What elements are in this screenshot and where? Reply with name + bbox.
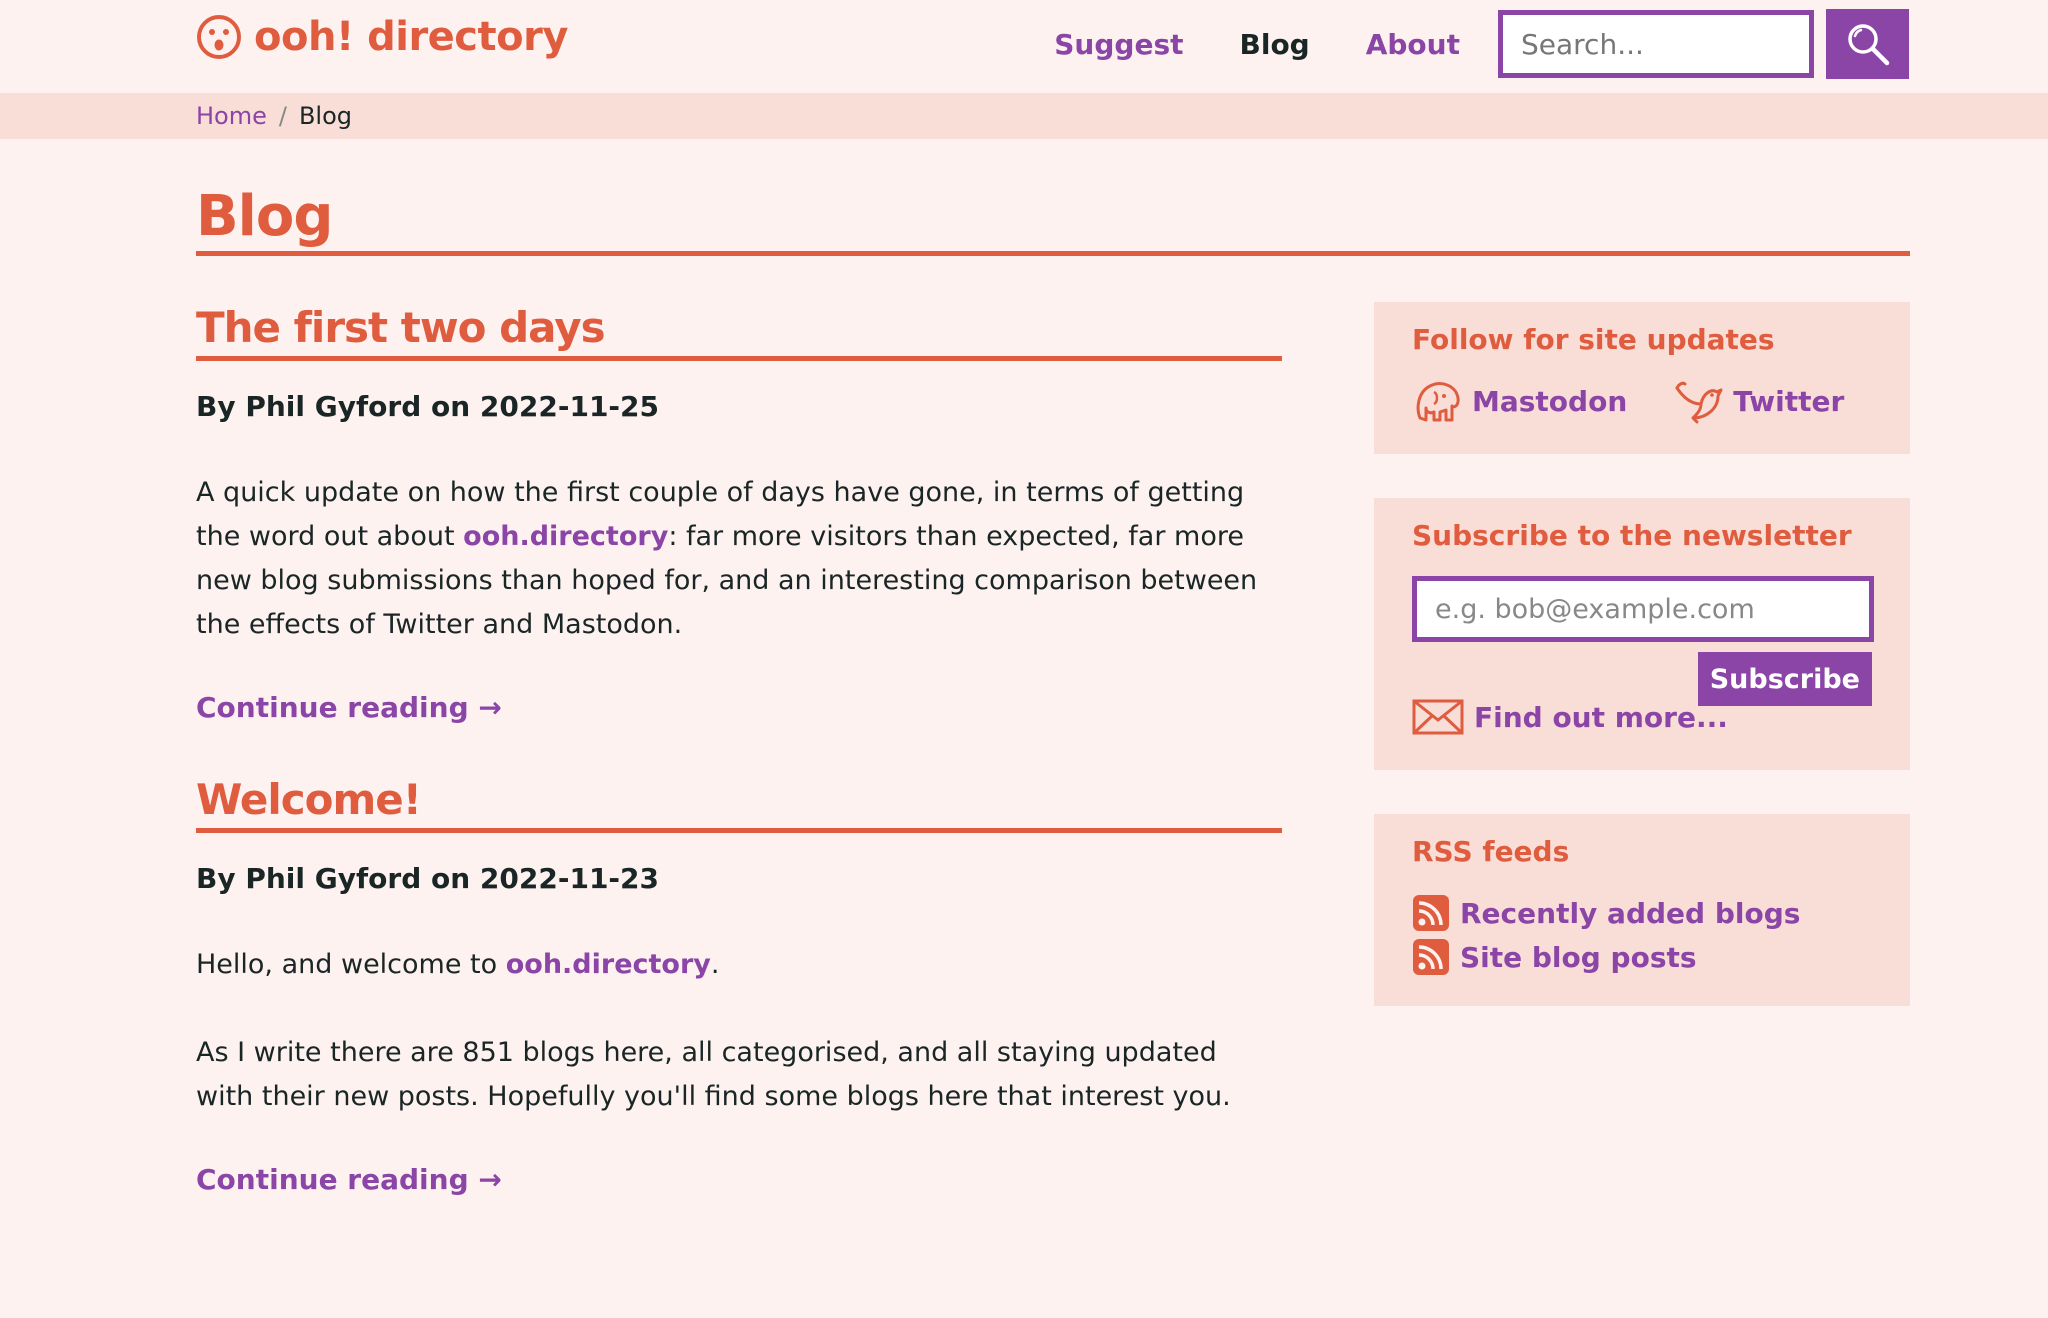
continue-reading-link[interactable]: Continue reading → bbox=[196, 691, 502, 724]
rss-heading: RSS feeds bbox=[1412, 835, 1570, 868]
main-nav: Suggest Blog About bbox=[998, 9, 1814, 79]
continue-reading-link[interactable]: Continue reading → bbox=[196, 1163, 502, 1196]
find-out-more-label: Find out more... bbox=[1474, 700, 1728, 734]
nav-suggest[interactable]: Suggest bbox=[1054, 28, 1183, 61]
post-excerpt: A quick update on how the first couple o… bbox=[196, 471, 1282, 647]
site-link[interactable]: ooh.directory bbox=[463, 521, 668, 552]
post-excerpt: Hello, and welcome to ooh.directory. bbox=[196, 943, 1282, 987]
search-input[interactable] bbox=[1498, 10, 1814, 78]
excerpt-text: . bbox=[710, 949, 720, 980]
newsletter-info-link[interactable]: Find out more... bbox=[1412, 698, 1728, 736]
blog-post: Welcome! By Phil Gyford on 2022-11-23 He… bbox=[196, 772, 1282, 1196]
search-icon bbox=[1847, 24, 1889, 66]
surprised-face-icon bbox=[197, 15, 241, 59]
rss-recent-blogs-link[interactable]: Recently added blogs bbox=[1412, 894, 1872, 932]
breadcrumb-home[interactable]: Home bbox=[196, 102, 267, 130]
post-excerpt: As I write there are 851 blogs here, all… bbox=[196, 1037, 1231, 1112]
newsletter-box: Subscribe to the newsletter Subscribe Fi… bbox=[1374, 498, 1910, 770]
post-byline: By Phil Gyford on 2022-11-23 bbox=[196, 862, 660, 895]
post-byline: By Phil Gyford on 2022-11-25 bbox=[196, 390, 660, 423]
twitter-link[interactable]: Twitter bbox=[1671, 378, 1844, 424]
post-title-link[interactable]: Welcome! bbox=[196, 772, 1282, 833]
nav-about[interactable]: About bbox=[1366, 28, 1460, 61]
email-field[interactable] bbox=[1412, 576, 1874, 642]
rss-site-posts-link[interactable]: Site blog posts bbox=[1412, 938, 1872, 976]
envelope-icon bbox=[1412, 699, 1464, 735]
newsletter-heading: Subscribe to the newsletter bbox=[1412, 519, 1852, 552]
breadcrumb-separator: / bbox=[278, 102, 287, 130]
rss-icon bbox=[1413, 895, 1449, 931]
excerpt-text: Hello, and welcome to bbox=[196, 949, 506, 980]
site-header: ooh! directory Suggest Blog About bbox=[0, 0, 2048, 93]
search-button[interactable] bbox=[1826, 9, 1909, 79]
mastodon-label: Mastodon bbox=[1472, 384, 1628, 418]
page-title: Blog bbox=[196, 184, 1910, 256]
site-link[interactable]: ooh.directory bbox=[506, 949, 711, 980]
rss-item-label: Recently added blogs bbox=[1460, 896, 1801, 930]
logo-text: ooh! directory bbox=[254, 14, 568, 60]
post-list: The first two days By Phil Gyford on 202… bbox=[196, 300, 1282, 1246]
rss-box: RSS feeds Recently added blogs Site blog… bbox=[1374, 814, 1910, 1006]
mastodon-icon bbox=[1416, 382, 1460, 422]
bird-icon bbox=[1675, 381, 1723, 424]
rss-item-label: Site blog posts bbox=[1460, 940, 1697, 974]
breadcrumb: Home / Blog bbox=[0, 93, 2048, 139]
follow-heading: Follow for site updates bbox=[1412, 323, 1775, 356]
site-logo[interactable]: ooh! directory bbox=[196, 14, 568, 60]
breadcrumb-current: Blog bbox=[298, 102, 353, 130]
blog-post: The first two days By Phil Gyford on 202… bbox=[196, 300, 1282, 724]
nav-blog[interactable]: Blog bbox=[1240, 28, 1310, 61]
follow-box: Follow for site updates Mastodon Twitter bbox=[1374, 302, 1910, 454]
post-title-link[interactable]: The first two days bbox=[196, 300, 1282, 361]
mastodon-link[interactable]: Mastodon bbox=[1412, 378, 1627, 424]
rss-icon bbox=[1413, 939, 1449, 975]
twitter-label: Twitter bbox=[1733, 384, 1845, 418]
sidebar: Follow for site updates Mastodon Twitter bbox=[1374, 302, 1910, 1050]
